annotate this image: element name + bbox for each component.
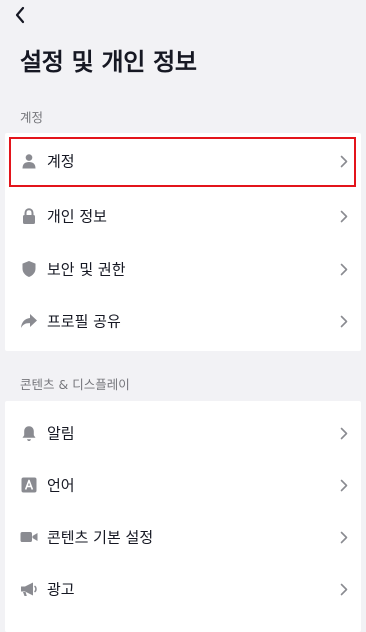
video-camera-icon bbox=[20, 528, 38, 546]
settings-item-share-profile[interactable]: 프로필 공유 bbox=[5, 295, 361, 347]
settings-item-label: 개인 정보 bbox=[47, 207, 107, 226]
chevron-right-icon bbox=[339, 582, 349, 596]
settings-item-label: 콘텐츠 기본 설정 bbox=[47, 528, 154, 547]
settings-item-ads[interactable]: 광고 bbox=[5, 563, 361, 615]
settings-item-label: 광고 bbox=[47, 580, 75, 599]
top-bar bbox=[0, 0, 366, 32]
chevron-right-icon bbox=[339, 154, 349, 168]
chevron-right-icon bbox=[339, 314, 349, 328]
section-header-content-display: 콘텐츠 & 디스플레이 bbox=[20, 377, 130, 392]
page-title: 설정 및 개인 정보 bbox=[20, 48, 197, 76]
settings-item-notifications[interactable]: 알림 bbox=[5, 407, 361, 459]
settings-item-label: 계정 bbox=[47, 152, 75, 171]
settings-item-label: 언어 bbox=[47, 476, 75, 495]
chevron-right-icon bbox=[339, 426, 349, 440]
settings-item-privacy[interactable]: 개인 정보 bbox=[5, 190, 361, 242]
chevron-right-icon bbox=[339, 209, 349, 223]
chevron-left-icon bbox=[15, 6, 25, 24]
person-icon bbox=[20, 152, 38, 170]
chevron-right-icon bbox=[339, 262, 349, 276]
account-settings-card: 계정 개인 정보 보안 및 권한 프로필 공유 bbox=[5, 133, 361, 351]
settings-item-language[interactable]: 언어 bbox=[5, 459, 361, 511]
settings-item-account[interactable]: 계정 bbox=[5, 135, 361, 187]
content-display-card: 알림 언어 콘텐츠 기본 설정 광고 bbox=[5, 401, 361, 632]
settings-item-label: 프로필 공유 bbox=[47, 312, 121, 331]
chevron-right-icon bbox=[339, 530, 349, 544]
settings-item-security[interactable]: 보안 및 권한 bbox=[5, 243, 361, 295]
settings-item-label: 알림 bbox=[47, 424, 75, 443]
bell-icon bbox=[20, 424, 38, 442]
shield-icon bbox=[20, 260, 38, 278]
lock-icon bbox=[20, 207, 38, 225]
language-icon bbox=[20, 476, 38, 494]
section-header-account: 계정 bbox=[20, 110, 44, 125]
share-arrow-icon bbox=[20, 312, 38, 330]
settings-item-content-preferences[interactable]: 콘텐츠 기본 설정 bbox=[5, 511, 361, 563]
settings-item-label: 보안 및 권한 bbox=[47, 260, 126, 279]
megaphone-icon bbox=[20, 580, 38, 598]
chevron-right-icon bbox=[339, 478, 349, 492]
back-button[interactable] bbox=[8, 2, 32, 28]
